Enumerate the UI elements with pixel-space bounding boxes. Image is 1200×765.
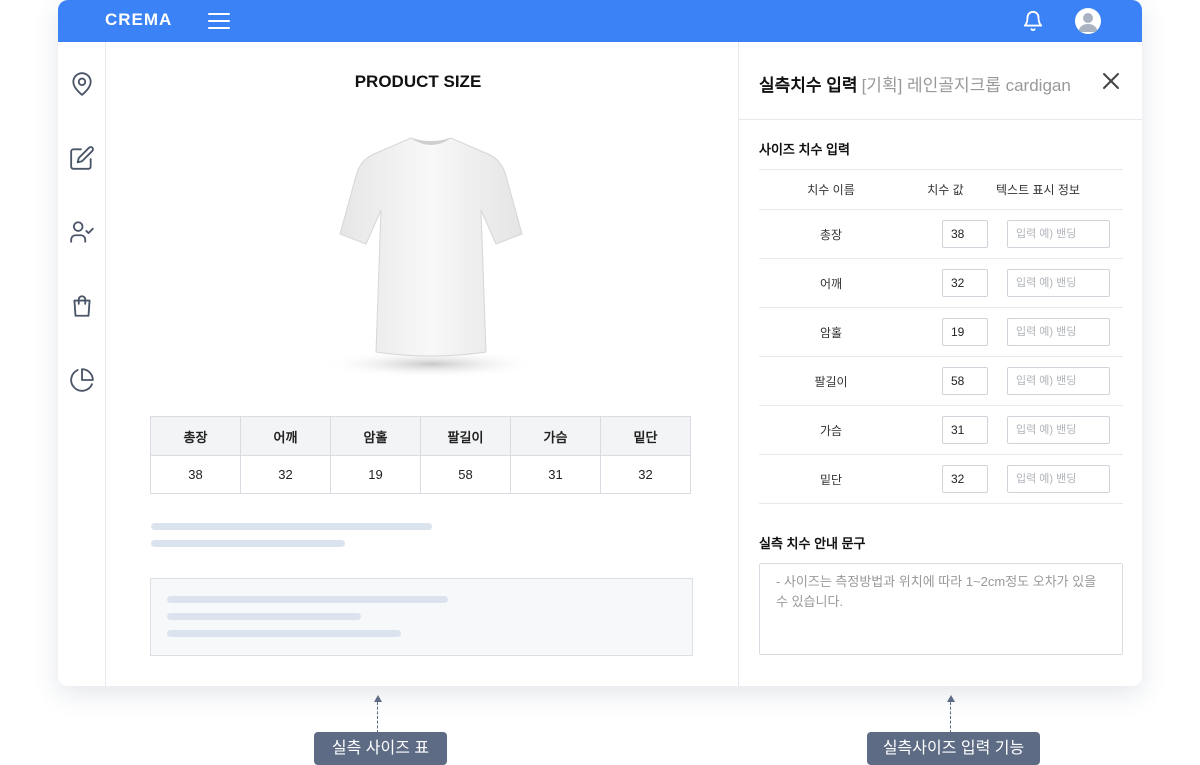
user-check-icon[interactable] — [69, 219, 95, 245]
size-header-cell: 밑단 — [600, 416, 691, 456]
size-name: 밑단 — [759, 454, 903, 504]
table-row: 가슴 — [759, 405, 1123, 455]
size-value-input[interactable] — [942, 367, 988, 395]
table-row: 총장 — [759, 209, 1123, 259]
skeleton-line — [167, 596, 448, 603]
callout-line — [377, 702, 378, 733]
table-row: 어깨 — [759, 258, 1123, 308]
table-row: 38 32 19 58 31 32 — [150, 455, 691, 494]
size-value-input[interactable] — [942, 318, 988, 346]
size-name: 총장 — [759, 209, 903, 259]
skeleton-line — [167, 630, 401, 637]
sidebar — [58, 42, 106, 686]
size-header-cell: 총장 — [150, 416, 241, 456]
size-table: 총장 어깨 암홀 팔길이 가슴 밑단 38 32 19 58 31 32 — [150, 416, 691, 494]
size-header-cell: 암홀 — [330, 416, 421, 456]
text-info-input[interactable] — [1007, 367, 1110, 395]
callout-line — [950, 702, 951, 733]
bell-icon[interactable] — [1022, 10, 1044, 32]
location-pin-icon[interactable] — [69, 71, 95, 97]
guide-text-input[interactable]: - 사이즈는 측정방법과 위치에 따라 1~2cm정도 오차가 있을 수 있습니… — [759, 563, 1123, 655]
skeleton-line — [151, 540, 345, 547]
panel-title: 실측치수 입력 [기획] 레인골지크롭 cardigan — [759, 71, 1071, 96]
callout-label-size-input: 실측사이즈 입력 기능 — [867, 732, 1040, 765]
callout-arrow — [374, 695, 382, 702]
column-header: 텍스트 표시 정보 — [988, 169, 1123, 210]
panel-header: 실측치수 입력 [기획] 레인골지크롭 cardigan — [739, 42, 1142, 120]
size-value-input[interactable] — [942, 269, 988, 297]
size-value-input[interactable] — [942, 220, 988, 248]
tshirt-image — [316, 132, 546, 387]
menu-icon[interactable] — [208, 13, 230, 29]
page-title: PRODUCT SIZE — [354, 72, 482, 91]
skeleton-box — [150, 578, 693, 656]
size-table-header: 총장 어깨 암홀 팔길이 가슴 밑단 — [150, 416, 691, 456]
shopping-bag-icon[interactable] — [69, 293, 95, 319]
size-value-cell: 58 — [420, 455, 511, 494]
close-icon[interactable] — [1101, 71, 1121, 91]
text-info-input[interactable] — [1007, 269, 1110, 297]
table-row: 암홀 — [759, 307, 1123, 357]
size-value-cell: 32 — [240, 455, 331, 494]
size-name: 어깨 — [759, 258, 903, 308]
skeleton-line — [151, 523, 432, 530]
callout-label-size-table: 실측 사이즈 표 — [314, 732, 447, 765]
column-header: 치수 이름 — [759, 169, 903, 210]
size-name: 암홀 — [759, 307, 903, 357]
text-info-input[interactable] — [1007, 220, 1110, 248]
text-info-input[interactable] — [1007, 465, 1110, 493]
size-value-cell: 38 — [150, 455, 241, 494]
size-value-cell: 19 — [330, 455, 421, 494]
edit-icon[interactable] — [69, 145, 95, 171]
size-value-input[interactable] — [942, 416, 988, 444]
input-table-header: 치수 이름 치수 값 텍스트 표시 정보 — [759, 169, 1123, 210]
table-row: 밑단 — [759, 454, 1123, 504]
size-header-cell: 어깨 — [240, 416, 331, 456]
top-navbar: CREMA — [58, 0, 1142, 42]
text-info-input[interactable] — [1007, 416, 1110, 444]
pie-chart-icon[interactable] — [69, 367, 95, 393]
product-name: [기획] 레인골지크롭 cardigan — [861, 76, 1071, 95]
callout-arrow — [947, 695, 955, 702]
size-value-input[interactable] — [942, 465, 988, 493]
user-avatar-icon[interactable] — [1075, 8, 1101, 34]
size-input-table: 치수 이름 치수 값 텍스트 표시 정보 총장 어깨 암홀 — [759, 169, 1123, 504]
size-input-panel: 실측치수 입력 [기획] 레인골지크롭 cardigan 사이즈 치수 입력 치수… — [738, 42, 1142, 686]
size-header-cell: 가슴 — [510, 416, 601, 456]
size-name: 팔길이 — [759, 356, 903, 406]
skeleton-line — [167, 613, 361, 620]
product-size-preview: PRODUCT SIZE 총장 어깨 암홀 팔길이 가슴 밑단 38 32 19… — [106, 42, 738, 686]
size-name: 가슴 — [759, 405, 903, 455]
table-row: 팔길이 — [759, 356, 1123, 406]
size-section-title: 사이즈 치수 입력 — [759, 142, 850, 157]
size-header-cell: 팔길이 — [420, 416, 511, 456]
size-value-cell: 31 — [510, 455, 601, 494]
app-window: CREMA PRODUCT SIZE 총장 어깨 암홀 팔길이 가슴 밑단 38… — [58, 0, 1142, 686]
column-header: 치수 값 — [903, 169, 988, 210]
brand-logo[interactable]: CREMA — [105, 10, 172, 30]
text-info-input[interactable] — [1007, 318, 1110, 346]
size-value-cell: 32 — [600, 455, 691, 494]
guide-section-title: 실측 치수 안내 문구 — [759, 536, 866, 551]
panel-title-text: 실측치수 입력 — [759, 76, 858, 95]
